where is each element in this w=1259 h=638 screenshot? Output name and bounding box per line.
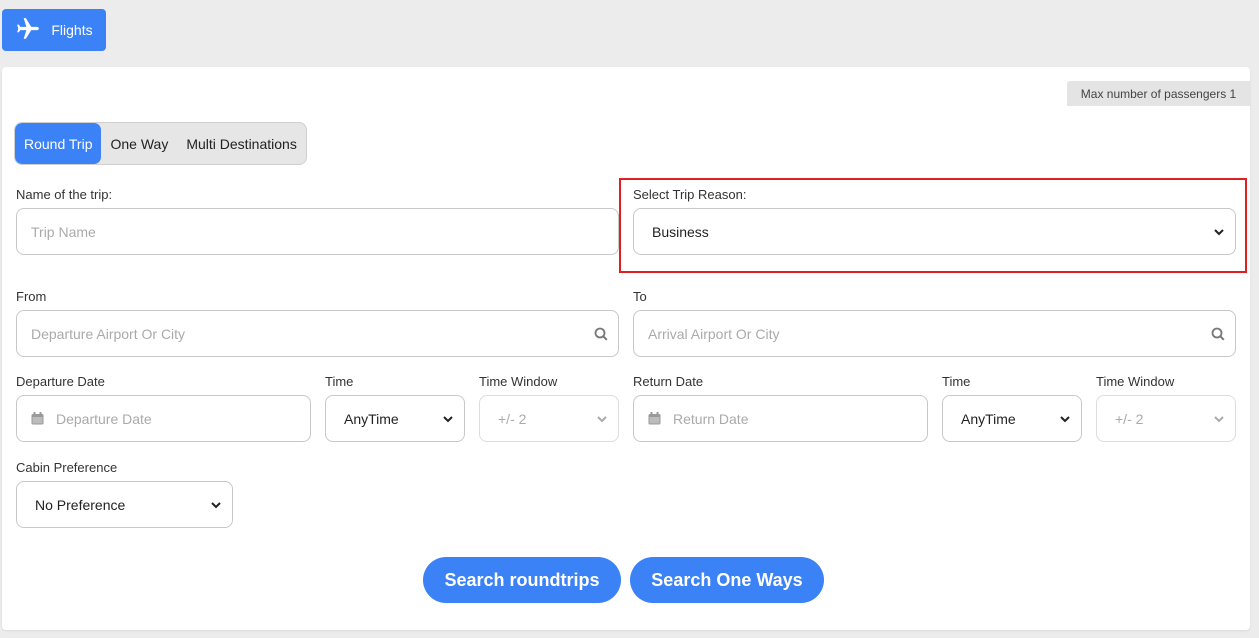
max-passengers-note: Max number of passengers 1: [1067, 81, 1250, 106]
chevron-down-icon: [443, 415, 453, 422]
departure-date-placeholder: Departure Date: [56, 410, 152, 427]
trip-reason-label: Select Trip Reason:: [633, 187, 747, 202]
return-date-placeholder: Return Date: [673, 410, 749, 427]
return-date-label: Return Date: [633, 374, 704, 389]
flights-tab[interactable]: Flights: [2, 9, 106, 51]
to-input[interactable]: Arrival Airport Or City: [633, 310, 1236, 357]
departure-window-label: Time Window: [479, 374, 558, 389]
cabin-preference-label: Cabin Preference: [16, 460, 118, 475]
trip-reason-value: Business: [652, 223, 709, 240]
return-window-value: +/- 2: [1115, 410, 1144, 427]
chevron-down-icon: [597, 415, 607, 422]
return-date-input[interactable]: Return Date: [633, 395, 928, 442]
trip-type-one-way[interactable]: One Way: [101, 123, 177, 164]
chevron-down-icon: [1214, 228, 1224, 235]
departure-window-value: +/- 2: [498, 410, 527, 427]
trip-reason-select[interactable]: Business: [633, 208, 1236, 255]
departure-date-input[interactable]: Departure Date: [16, 395, 311, 442]
trip-name-label: Name of the trip:: [16, 187, 113, 202]
trip-type-round-trip[interactable]: Round Trip: [15, 123, 102, 164]
cabin-preference-value: No Preference: [35, 496, 126, 513]
departure-time-value: AnyTime: [344, 410, 399, 427]
departure-time-select[interactable]: AnyTime: [325, 395, 465, 442]
search-icon: [1211, 327, 1225, 341]
calendar-icon: [31, 412, 44, 425]
return-time-select[interactable]: AnyTime: [942, 395, 1082, 442]
search-icon: [594, 327, 608, 341]
from-input[interactable]: Departure Airport Or City: [16, 310, 619, 357]
return-window-label: Time Window: [1096, 374, 1175, 389]
cabin-preference-select[interactable]: No Preference: [16, 481, 233, 528]
trip-type-toggle: Round Trip One Way Multi Destinations: [14, 122, 307, 165]
calendar-icon: [648, 412, 661, 425]
trip-name-placeholder: Trip Name: [31, 223, 96, 240]
flights-tab-label: Flights: [51, 22, 93, 38]
search-one-ways-button[interactable]: Search One Ways: [630, 557, 824, 603]
departure-time-label: Time: [325, 374, 354, 389]
return-time-value: AnyTime: [961, 410, 1016, 427]
return-window-select[interactable]: +/- 2: [1096, 395, 1236, 442]
search-panel: Max number of passengers 1 Round Trip On…: [2, 67, 1250, 630]
chevron-down-icon: [211, 501, 221, 508]
trip-name-input[interactable]: Trip Name: [16, 208, 619, 255]
chevron-down-icon: [1214, 415, 1224, 422]
from-placeholder: Departure Airport Or City: [31, 325, 186, 342]
return-time-label: Time: [942, 374, 971, 389]
departure-window-select[interactable]: +/- 2: [479, 395, 619, 442]
departure-date-label: Departure Date: [16, 374, 105, 389]
plane-icon: [15, 16, 41, 45]
to-label: To: [633, 289, 647, 304]
search-roundtrips-button[interactable]: Search roundtrips: [423, 557, 621, 603]
from-label: From: [16, 289, 47, 304]
chevron-down-icon: [1060, 415, 1070, 422]
trip-type-multi-destinations[interactable]: Multi Destinations: [177, 123, 306, 164]
to-placeholder: Arrival Airport Or City: [648, 325, 780, 342]
